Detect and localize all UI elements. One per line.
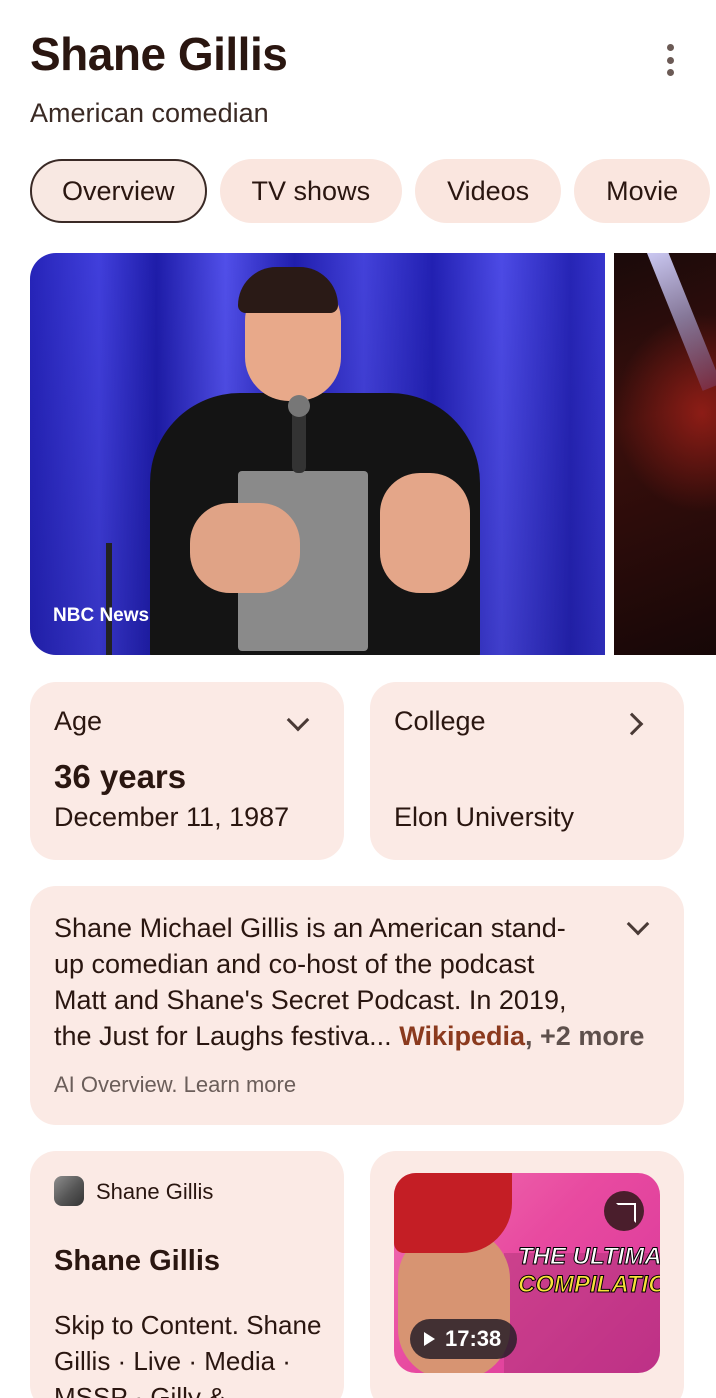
more-vert-icon[interactable] [658,44,682,76]
college-card[interactable]: College Elon University [370,682,684,860]
site-name: Shane Gillis [96,1179,214,1204]
entity-title: Shane Gillis [30,28,288,80]
chevron-right-icon[interactable] [620,712,644,736]
tab-movies[interactable]: Movie [574,159,711,223]
age-card[interactable]: Age 36 years December 11, 1987 [30,682,344,860]
site-favicon-icon [54,1176,84,1206]
expand-icon[interactable] [604,1191,644,1231]
ai-overview-learn-more[interactable]: AI Overview. Learn more [54,1072,296,1098]
tab-strip: Overview TV shows Videos Movie [30,159,716,223]
birth-date: December 11, 1987 [54,802,290,832]
college-value[interactable]: Elon University [394,802,574,833]
tab-tv-shows[interactable]: TV shows [219,159,403,223]
age-label: Age [54,706,103,736]
secondary-photo[interactable] [614,253,716,655]
web-result-card[interactable]: Shane Gillis Shane Gillis Skip to Conten… [30,1151,344,1398]
summary-last-line: the Just for Laughs festiva... Wikipedia… [54,1018,644,1054]
microphone-head [288,395,310,417]
result-snippet: Skip to Content. Shane Gillis · Live · M… [54,1310,322,1398]
chevron-down-icon[interactable] [286,708,310,732]
knowledge-panel-header: Shane Gillis American comedian [30,26,690,128]
thumb-red-cap [394,1173,512,1253]
thumb-caption: THE ULTIMA COMPILATIO [518,1243,660,1299]
thumb-caption-line2: COMPILATIO [518,1271,660,1299]
summary-truncated-text: the Just for Laughs festiva... [54,1021,392,1051]
play-icon [424,1332,435,1346]
video-card[interactable]: THE ULTIMA COMPILATIO 17:38 [370,1151,684,1398]
tab-overview[interactable]: Overview [30,159,207,223]
image-carousel: NBC News [30,253,716,655]
source-separator: , [525,1021,533,1051]
college-label: College [394,706,486,736]
person-arm [380,473,470,593]
duration-text: 17:38 [445,1326,502,1351]
ai-overview-card[interactable]: Shane Michael Gillis is an American stan… [30,886,684,1125]
age-value: 36 years [54,758,187,795]
tab-videos[interactable]: Videos [415,159,562,223]
primary-photo[interactable]: NBC News [30,253,605,655]
video-duration-badge: 17:38 [410,1319,518,1359]
mic-stand [106,543,112,655]
entity-subtitle: American comedian [30,98,269,128]
video-thumbnail[interactable]: THE ULTIMA COMPILATIO 17:38 [394,1173,660,1373]
summary-text: Shane Michael Gillis is an American stan… [54,913,567,1015]
chevron-down-icon[interactable] [626,912,650,936]
person-arm [190,503,300,593]
thumb-caption-line1: THE ULTIMA [518,1243,660,1271]
image-source-label: NBC News [53,605,150,626]
more-sources-link[interactable]: +2 more [540,1021,644,1051]
source-link-wikipedia[interactable]: Wikipedia [399,1021,525,1051]
result-title[interactable]: Shane Gillis [54,1245,220,1278]
